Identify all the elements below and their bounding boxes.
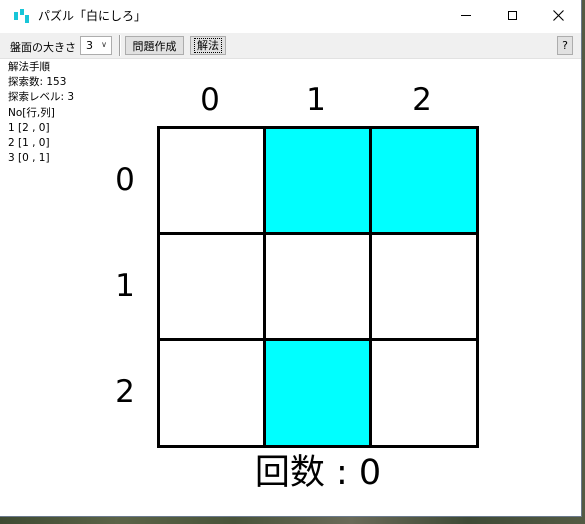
- title-bar[interactable]: パズル「白にしろ」: [0, 0, 581, 31]
- puzzle-board: [157, 126, 479, 448]
- help-button[interactable]: ?: [557, 36, 573, 55]
- log-step: 2 [1 , 0]: [8, 137, 50, 150]
- column-label-1: 1: [306, 82, 326, 118]
- close-icon: [552, 10, 564, 21]
- close-button[interactable]: [535, 0, 581, 31]
- board-cell-0-2[interactable]: [369, 126, 479, 236]
- board-cell-0-0[interactable]: [157, 126, 267, 236]
- board-cell-2-0[interactable]: [157, 338, 267, 448]
- column-label-0: 0: [200, 82, 220, 118]
- column-label-2: 2: [412, 82, 432, 118]
- board-size-value: 3: [86, 39, 93, 52]
- maximize-button[interactable]: [489, 0, 535, 31]
- search-count: 探索数: 153: [8, 76, 67, 89]
- chevron-down-icon: ∨: [101, 40, 107, 49]
- log-column-header: No[行,列]: [8, 106, 55, 119]
- make-problem-button[interactable]: 問題作成: [125, 36, 184, 55]
- log-step: 3 [0 , 1]: [8, 152, 50, 165]
- app-icon: [14, 9, 30, 23]
- maximize-icon: [507, 11, 517, 20]
- toolbar-separator: [119, 35, 121, 56]
- minimize-button[interactable]: [443, 0, 489, 31]
- minimize-icon: [461, 15, 471, 16]
- window-title: パズル「白にしろ」: [38, 9, 147, 23]
- move-count-label: 回数 : 0: [254, 453, 382, 493]
- toolbar: 盤面の大きさ 3 ∨ 問題作成 解法 ?: [0, 33, 581, 59]
- row-label-1: 1: [115, 268, 135, 304]
- board-cell-2-1[interactable]: [263, 338, 373, 448]
- log-step: 1 [2 , 0]: [8, 121, 50, 134]
- board-size-label: 盤面の大きさ: [10, 41, 76, 54]
- row-label-2: 2: [115, 374, 135, 410]
- board-size-select[interactable]: 3 ∨: [80, 36, 112, 55]
- solution-log: 解法手順 探索数: 153 探索レベル: 3 No[行,列] 1 [2 , 0]…: [8, 60, 74, 166]
- board-cell-1-1[interactable]: [263, 232, 373, 342]
- board-cell-0-1[interactable]: [263, 126, 373, 236]
- app-window: パズル「白にしろ」 盤面の大きさ 3 ∨ 問題作成 解法 ? 解法手順 探索数:…: [0, 0, 582, 517]
- solve-button[interactable]: 解法: [190, 36, 226, 55]
- log-heading: 解法手順: [8, 61, 50, 73]
- search-level: 探索レベル: 3: [8, 91, 75, 104]
- board-cell-1-0[interactable]: [157, 232, 267, 342]
- solve-button-label: 解法: [194, 38, 222, 53]
- row-label-0: 0: [115, 162, 135, 198]
- board-cell-2-2[interactable]: [369, 338, 479, 448]
- board-cell-1-2[interactable]: [369, 232, 479, 342]
